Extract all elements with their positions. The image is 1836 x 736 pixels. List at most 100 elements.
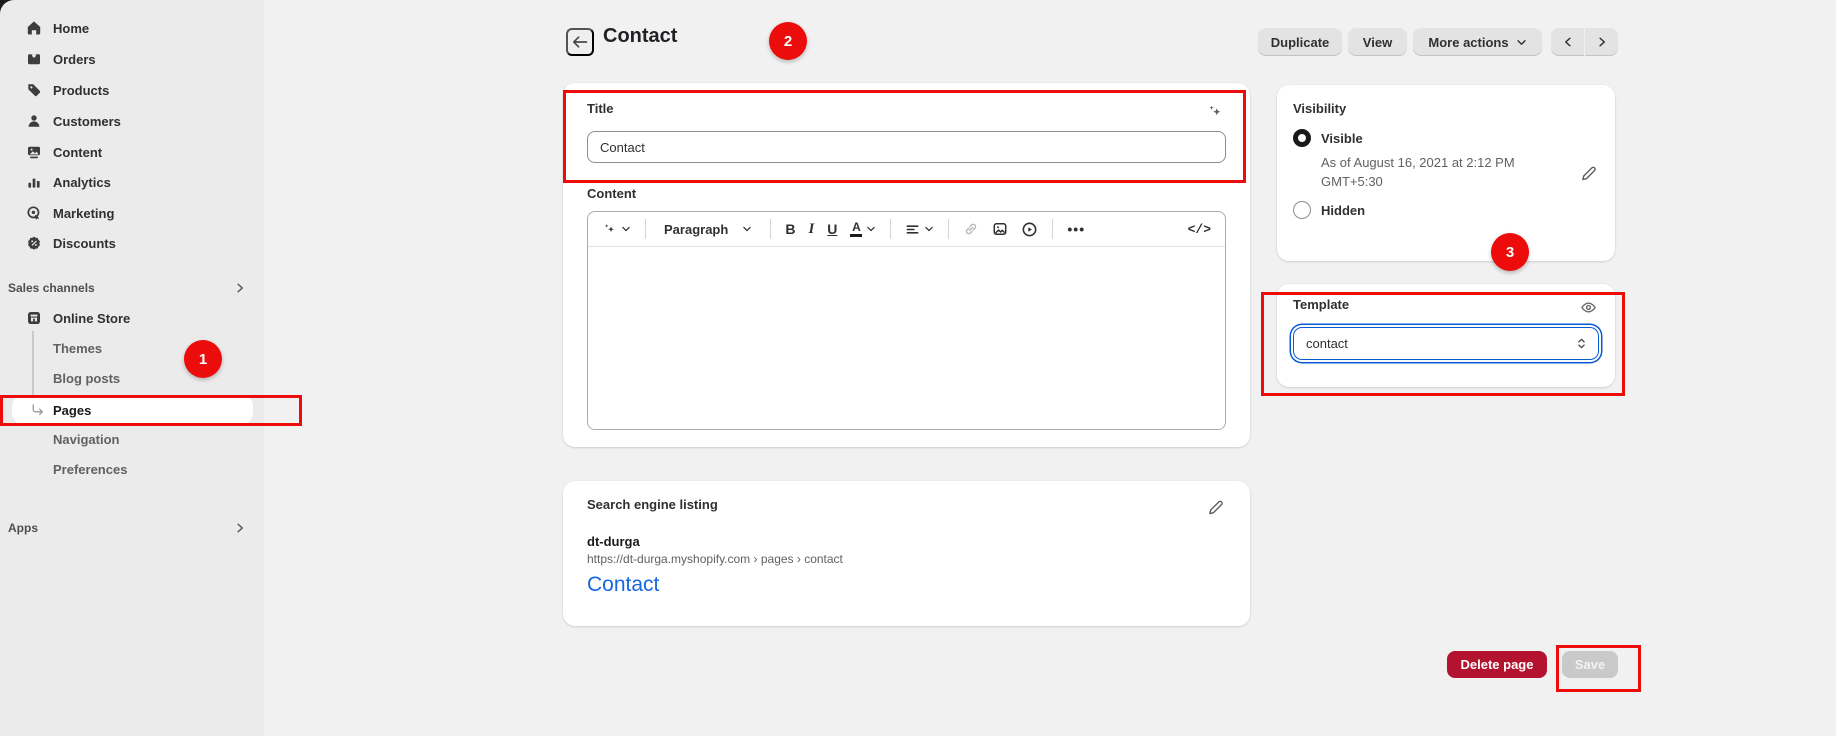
bold-button[interactable]: B: [783, 219, 797, 239]
sidebar-item-analytics[interactable]: Analytics: [0, 167, 264, 197]
sidebar-item-customers[interactable]: Customers: [0, 106, 264, 136]
sidebar-item-label: Content: [53, 145, 102, 160]
analytics-icon: [26, 174, 42, 190]
visibility-card: Visibility Visible As of August 16, 2021…: [1277, 85, 1615, 261]
seo-page-link[interactable]: Contact: [587, 573, 659, 597]
template-select[interactable]: contact: [1293, 327, 1599, 360]
view-button[interactable]: View: [1348, 28, 1407, 56]
edit-visibility-button[interactable]: [1578, 163, 1599, 184]
previous-page-button[interactable]: [1551, 28, 1584, 56]
visibility-heading: Visibility: [1293, 101, 1599, 116]
sidebar-item-content[interactable]: Content: [0, 137, 264, 167]
annotation-step-3: 3: [1491, 233, 1529, 271]
sidebar-item-pages[interactable]: Pages: [12, 396, 253, 424]
insert-image-button[interactable]: [990, 219, 1010, 239]
visible-radio-option[interactable]: Visible: [1293, 129, 1599, 147]
seo-heading: Search engine listing: [587, 497, 718, 512]
sidebar-item-themes[interactable]: Themes: [0, 334, 264, 362]
sidebar-item-online-store[interactable]: Online Store: [0, 303, 264, 333]
ai-generate-button[interactable]: [1204, 101, 1226, 123]
sidebar-item-orders[interactable]: Orders: [0, 44, 264, 74]
sidebar-item-navigation[interactable]: Navigation: [0, 425, 264, 453]
toolbar-divider: [770, 219, 771, 239]
chevron-right-icon: [234, 522, 246, 534]
chevron-right-icon: [1596, 36, 1608, 48]
customers-icon: [26, 113, 42, 129]
duplicate-button[interactable]: Duplicate: [1258, 28, 1342, 56]
sidebar-item-blog-posts[interactable]: Blog posts: [0, 364, 264, 392]
sidebar-item-label: Discounts: [53, 236, 116, 251]
sidebar-item-label: Preferences: [53, 462, 127, 477]
hidden-label: Hidden: [1321, 203, 1365, 218]
sidebar-item-label: Products: [53, 83, 109, 98]
duplicate-label: Duplicate: [1271, 35, 1330, 50]
back-arrow-icon: [570, 32, 590, 52]
text-color-dropdown[interactable]: A: [848, 219, 878, 239]
sidebar-item-label: Customers: [53, 114, 121, 129]
products-icon: [26, 82, 42, 98]
pencil-icon: [1207, 499, 1224, 516]
sidebar-section-sales-channels[interactable]: Sales channels: [0, 274, 264, 302]
sidebar-item-products[interactable]: Products: [0, 75, 264, 105]
visible-date-line1: As of August 16, 2021 at 2:12 PM: [1321, 153, 1521, 172]
sidebar-section-apps[interactable]: Apps: [0, 514, 264, 542]
sidebar-item-label: Online Store: [53, 311, 130, 326]
rich-text-editor: Paragraph B I U A: [587, 211, 1226, 430]
eye-icon: [1580, 299, 1597, 316]
sidebar-item-label: Themes: [53, 341, 102, 356]
sparkles-icon: [1206, 103, 1224, 121]
code-view-button[interactable]: </>: [1186, 220, 1213, 239]
delete-page-button[interactable]: Delete page: [1447, 651, 1547, 678]
radio-selected-icon: [1293, 129, 1311, 147]
search-engine-listing-card: Search engine listing dt-durga https://d…: [563, 481, 1250, 626]
chevron-down-icon: [866, 224, 876, 234]
back-button[interactable]: [566, 28, 594, 56]
seo-breadcrumb-url: https://dt-durga.myshopify.com › pages ›…: [587, 552, 1226, 566]
marketing-icon: [26, 205, 42, 221]
sidebar: Home Orders Products Customers Content A…: [0, 0, 264, 736]
sidebar-item-discounts[interactable]: Discounts: [0, 228, 264, 258]
toolbar-divider: [645, 219, 646, 239]
visible-date-line2: GMT+5:30: [1321, 172, 1521, 191]
next-page-button[interactable]: [1585, 28, 1618, 56]
ai-assist-button[interactable]: [600, 220, 633, 239]
page-title: Contact: [603, 25, 677, 48]
title-field-label: Title: [587, 101, 614, 116]
sidebar-item-label: Marketing: [53, 206, 114, 221]
sparkles-icon: [602, 222, 617, 237]
chevron-down-icon: [1516, 37, 1527, 48]
edit-seo-button[interactable]: [1205, 497, 1226, 518]
sidebar-item-label: Analytics: [53, 175, 111, 190]
more-actions-label: More actions: [1428, 35, 1508, 50]
content-textarea[interactable]: [588, 247, 1225, 430]
italic-button[interactable]: I: [806, 219, 816, 240]
editor-toolbar: Paragraph B I U A: [588, 212, 1225, 247]
sales-channels-label: Sales channels: [8, 281, 95, 295]
insert-video-button[interactable]: [1019, 219, 1040, 240]
paragraph-style-dropdown[interactable]: Paragraph: [658, 220, 758, 239]
page-details-card: Title Content Paragraph B I U A: [563, 83, 1250, 447]
paragraph-label: Paragraph: [664, 222, 728, 237]
save-button[interactable]: Save: [1562, 651, 1618, 678]
underline-button[interactable]: U: [825, 219, 839, 239]
visible-date: As of August 16, 2021 at 2:12 PM GMT+5:3…: [1321, 153, 1521, 191]
hidden-radio-option[interactable]: Hidden: [1293, 201, 1599, 219]
apps-label: Apps: [8, 521, 38, 535]
sidebar-item-home[interactable]: Home: [0, 13, 264, 43]
template-selected-value: contact: [1306, 336, 1348, 351]
content-icon: [26, 144, 42, 160]
sidebar-item-preferences[interactable]: Preferences: [0, 455, 264, 483]
play-circle-icon: [1021, 221, 1038, 238]
preview-template-button[interactable]: [1578, 297, 1599, 318]
home-icon: [26, 20, 42, 36]
radio-unselected-icon: [1293, 201, 1311, 219]
insert-link-button[interactable]: [961, 219, 981, 239]
title-input[interactable]: [587, 131, 1226, 163]
sidebar-item-marketing[interactable]: Marketing: [0, 198, 264, 228]
alignment-dropdown[interactable]: [903, 220, 936, 239]
toolbar-divider: [1052, 219, 1053, 239]
sidebar-item-label: Home: [53, 21, 89, 36]
more-actions-button[interactable]: More actions: [1413, 28, 1542, 56]
annotation-step-2: 2: [769, 22, 807, 60]
more-formatting-button[interactable]: •••: [1065, 219, 1087, 239]
